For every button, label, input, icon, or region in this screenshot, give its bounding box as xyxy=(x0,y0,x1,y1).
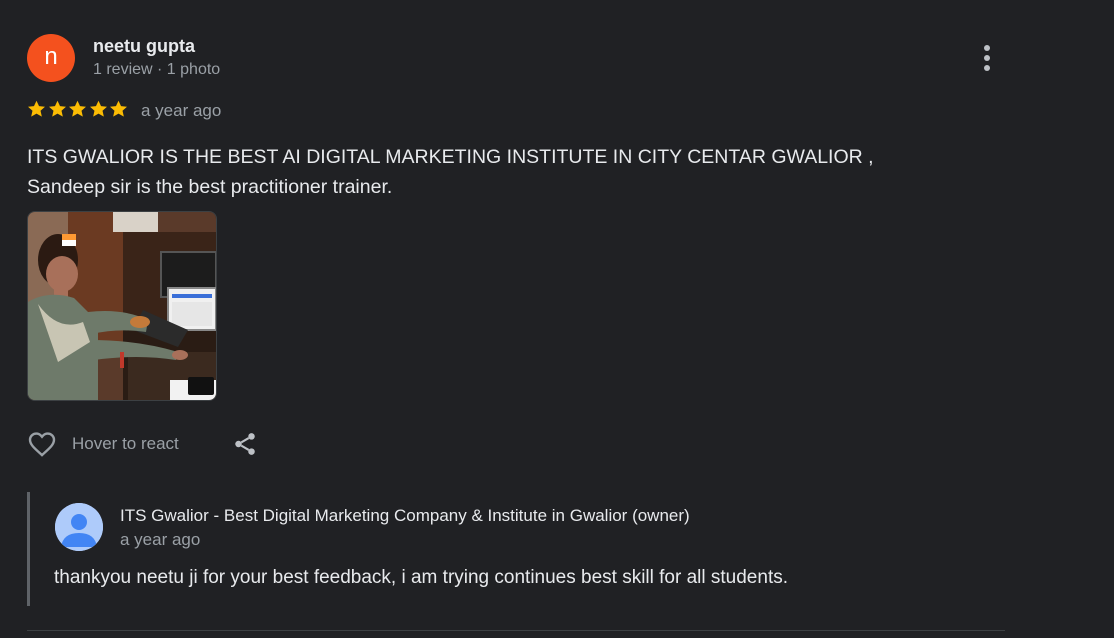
review-card: n neetu gupta 1 review · 1 photo a year … xyxy=(0,0,1114,638)
avatar-letter: n xyxy=(44,43,58,70)
star-icon xyxy=(67,98,88,120)
owner-reply-date: a year ago xyxy=(120,530,201,549)
owner-reply: ITS Gwalior - Best Digital Marketing Com… xyxy=(27,492,990,606)
star-icon xyxy=(108,98,129,120)
account-circle-icon[interactable] xyxy=(55,503,103,551)
star-icon xyxy=(47,98,68,120)
divider xyxy=(27,630,1005,631)
reviewer-avatar[interactable]: n xyxy=(27,34,75,82)
review-text-line: Sandeep sir is the best practitioner tra… xyxy=(27,176,393,198)
owner-name[interactable]: ITS Gwalior - Best Digital Marketing Com… xyxy=(120,506,690,526)
review-date: a year ago xyxy=(141,101,222,120)
react-label[interactable]: Hover to react xyxy=(72,434,179,454)
star-icon xyxy=(88,98,109,120)
more-vert-icon xyxy=(984,45,990,51)
review-photo[interactable] xyxy=(27,211,217,401)
photo-image xyxy=(28,212,216,400)
owner-reply-text: thankyou neetu ji for your best feedback… xyxy=(54,567,788,588)
more-vert-icon-dot xyxy=(984,65,990,71)
reviewer-meta: 1 review · 1 photo xyxy=(93,61,221,78)
star-icon xyxy=(26,98,47,120)
more-options-button[interactable] xyxy=(975,42,999,74)
heart-outline-icon[interactable] xyxy=(26,428,58,460)
more-vert-icon-dot xyxy=(984,55,990,61)
reviewer-name[interactable]: neetu gupta xyxy=(93,36,195,57)
review-text: ITS GWALIOR IS THE BEST AI DIGITAL MARKE… xyxy=(27,142,987,202)
review-text-line: ITS GWALIOR IS THE BEST AI DIGITAL MARKE… xyxy=(27,146,874,168)
star-rating xyxy=(26,98,129,122)
share-icon[interactable] xyxy=(232,431,258,457)
